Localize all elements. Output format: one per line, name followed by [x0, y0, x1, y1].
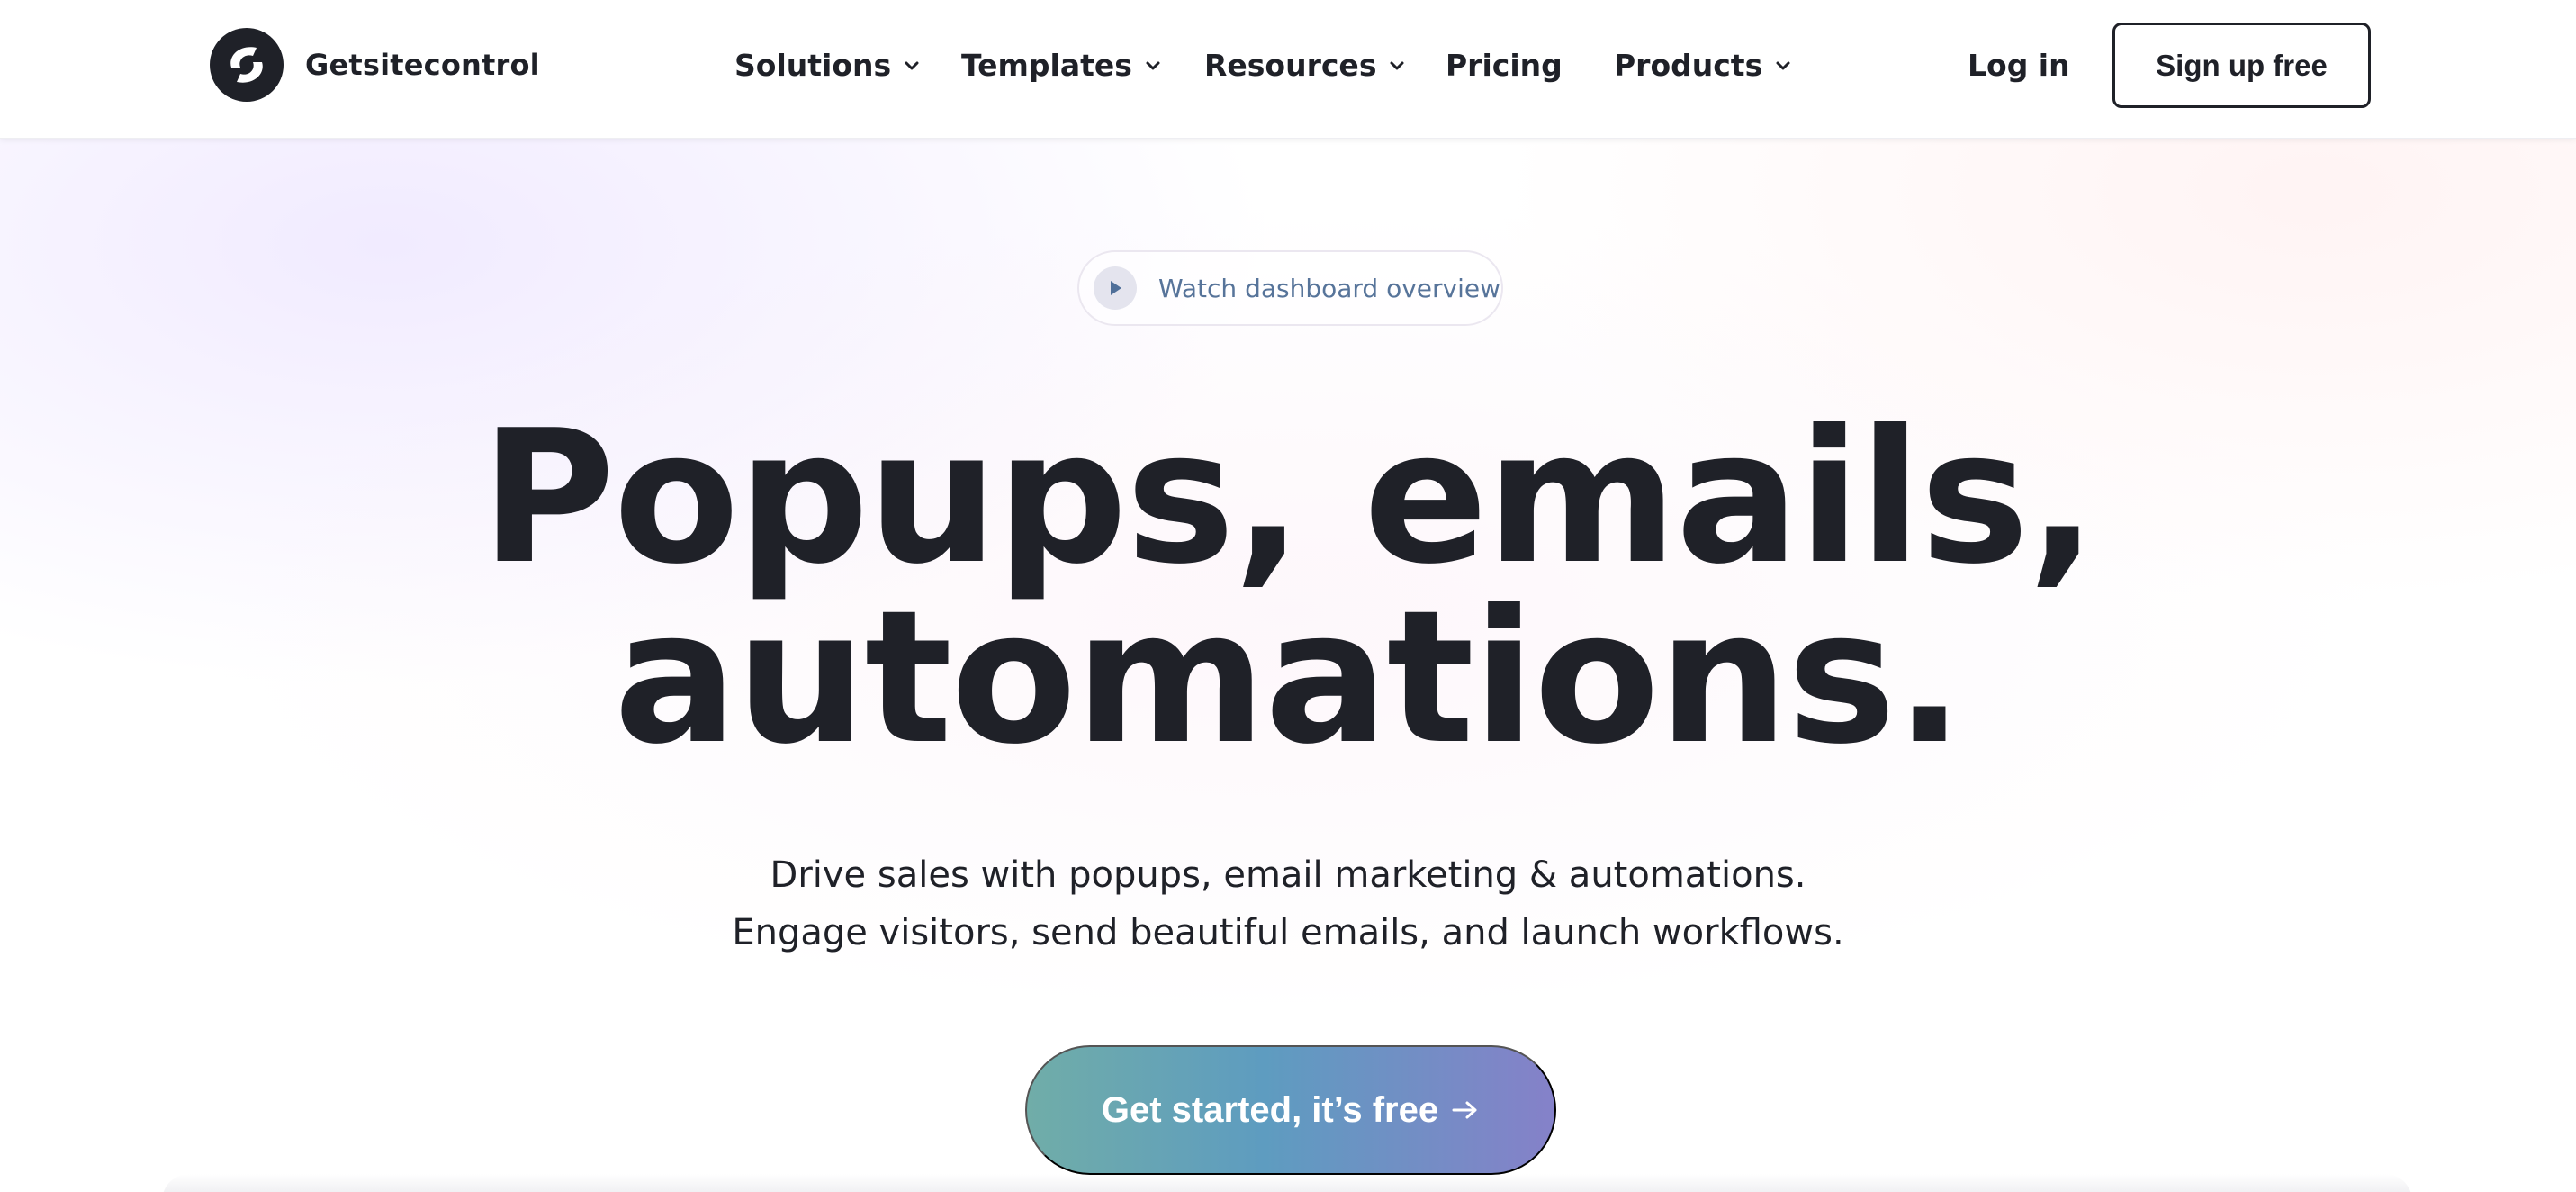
hero-subtitle: Drive sales with popups, email marketing…	[0, 846, 2576, 962]
nav-item-solutions[interactable]: Solutions	[734, 45, 920, 85]
hero-section: Watch dashboard overview Popups, emails,…	[0, 139, 2576, 1192]
chevron-down-icon	[1776, 61, 1790, 70]
top-navigation: Getsitecontrol Solutions Templates Resou…	[0, 0, 2576, 139]
nav-item-label: Solutions	[734, 47, 892, 83]
nav-item-label: Resources	[1204, 47, 1377, 83]
watch-overview-button[interactable]: Watch dashboard overview	[1077, 250, 1503, 326]
nav-item-resources[interactable]: Resources	[1204, 45, 1405, 85]
play-icon	[1094, 266, 1137, 310]
nav-item-products[interactable]: Products	[1614, 45, 1791, 85]
signup-button[interactable]: Sign up free	[2112, 23, 2371, 108]
cta-label: Get started, it’s free	[1101, 1089, 1439, 1130]
preview-edge	[162, 1174, 2412, 1192]
subtitle-line-2: Engage visitors, send beautiful emails, …	[732, 912, 1844, 953]
login-link[interactable]: Log in	[1968, 45, 2070, 85]
chevron-down-icon	[1146, 61, 1160, 70]
watch-overview-label: Watch dashboard overview	[1158, 273, 1501, 303]
get-started-button[interactable]: Get started, it’s free	[1025, 1045, 1556, 1175]
subtitle-line-1: Drive sales with popups, email marketing…	[770, 854, 1806, 896]
arrow-right-icon	[1452, 1101, 1477, 1119]
nav-item-label: Pricing	[1446, 47, 1563, 83]
nav-item-pricing[interactable]: Pricing	[1446, 45, 1563, 85]
nav-item-templates[interactable]: Templates	[961, 45, 1161, 85]
chevron-down-icon	[905, 61, 919, 70]
page: Getsitecontrol Solutions Templates Resou…	[0, 0, 2576, 1192]
headline-line-1: Popups, emails,	[480, 392, 2097, 605]
nav-item-label: Templates	[961, 47, 1132, 83]
hero-headline: Popups, emails, automations.	[0, 392, 2576, 785]
chevron-down-icon	[1390, 61, 1404, 70]
headline-line-2: automations.	[613, 572, 1965, 785]
nav-item-label: Products	[1614, 47, 1763, 83]
